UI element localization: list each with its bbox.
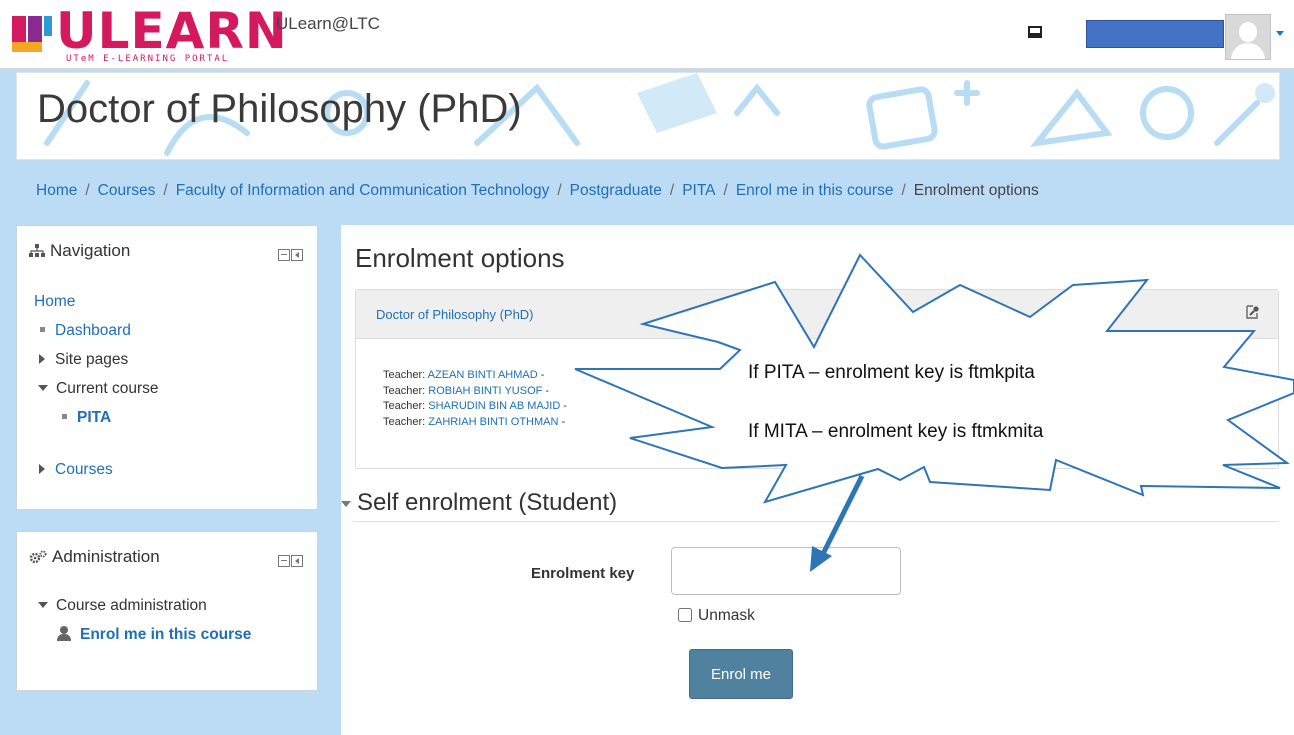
nav-item-courses[interactable]: Courses <box>34 455 159 484</box>
nav-item-dashboard[interactable]: Dashboard <box>34 316 159 345</box>
nav-item-current-course[interactable]: Current course <box>34 374 159 403</box>
enrolment-key-label: Enrolment key <box>531 565 635 582</box>
user-icon <box>57 626 71 641</box>
teacher-row: Teacher: AZEAN BINTI AHMAD - <box>383 369 545 381</box>
teacher-row: Teacher: ROBIAH BINTI YUSOF - <box>383 384 550 397</box>
nav-item-home[interactable]: Home <box>34 287 159 316</box>
message-tray-icon[interactable] <box>1028 26 1042 38</box>
cogs-icon <box>29 550 47 564</box>
nav-item-site-pages[interactable]: Site pages <box>34 345 159 374</box>
breadcrumb-postgraduate[interactable]: Postgraduate <box>570 182 662 199</box>
course-box-header: Doctor of Philosophy (PhD) <box>356 290 1278 339</box>
breadcrumb-current: Enrolment options <box>913 182 1039 199</box>
site-name: ULearn@LTC <box>276 14 380 33</box>
enrolment-key-icon <box>1246 305 1259 319</box>
admin-item-enrol-me[interactable]: Enrol me in this course <box>34 620 251 649</box>
block-controls <box>277 248 303 266</box>
collapse-arrow-icon[interactable] <box>38 385 48 391</box>
admin-item-course-administration[interactable]: Course administration <box>34 591 251 620</box>
dock-block-icon[interactable] <box>291 555 303 567</box>
teacher-row: Teacher: SHARUDIN BIN AB MAJID - <box>383 400 568 412</box>
user-menu-caret-icon[interactable] <box>1276 31 1284 36</box>
nav-item-pita[interactable]: PITA <box>34 403 159 432</box>
breadcrumb-enrol[interactable]: Enrol me in this course <box>736 182 894 199</box>
navigation-block-title: Navigation <box>29 241 130 261</box>
collapse-block-icon[interactable] <box>278 555 290 567</box>
breadcrumb-courses[interactable]: Courses <box>98 182 156 199</box>
breadcrumb-faculty[interactable]: Faculty of Information and Communication… <box>176 182 550 199</box>
teacher-list: Teacher: AZEAN BINTI AHMAD - Teacher: RO… <box>383 368 567 430</box>
navigation-title-label: Navigation <box>50 241 131 260</box>
bullet-icon <box>40 327 45 332</box>
ulearn-logo[interactable]: ULEARN UTeM E-LEARNING PORTAL <box>8 4 287 64</box>
user-name-redacted[interactable] <box>1086 20 1224 48</box>
enrolment-key-input[interactable] <box>671 547 901 595</box>
navigation-block: Navigation Home Dashboard Site pages Cur… <box>16 225 318 510</box>
divider <box>353 521 1279 522</box>
logo-subtitle: UTeM E-LEARNING PORTAL <box>66 54 230 64</box>
collapse-block-icon[interactable] <box>278 249 290 261</box>
main-region: Enrolment options Doctor of Philosophy (… <box>341 225 1294 735</box>
collapse-arrow-icon[interactable] <box>38 602 48 608</box>
unmask-checkbox-label[interactable]: Unmask <box>678 607 755 625</box>
bullet-icon <box>62 414 67 419</box>
administration-title-label: Administration <box>52 547 160 566</box>
enrol-me-button[interactable]: Enrol me <box>689 649 793 699</box>
u-logo-mark-icon <box>12 16 52 52</box>
navigation-tree: Home Dashboard Site pages Current course… <box>34 287 159 484</box>
top-navbar: ULEARN UTeM E-LEARNING PORTAL ULearn@LTC <box>0 0 1294 69</box>
breadcrumb: Home / Courses / Faculty of Information and … <box>36 182 1039 199</box>
enrolment-options-heading: Enrolment options <box>355 243 565 273</box>
teacher-row: Teacher: ZAHRIAH BINTI OTHMAN - <box>383 415 566 428</box>
course-name-link[interactable]: Doctor of Philosophy (PhD) <box>376 307 534 322</box>
administration-block: Administration Course administration Enr… <box>16 531 318 691</box>
sitemap-icon <box>29 244 45 257</box>
breadcrumb-pita[interactable]: PITA <box>682 182 715 199</box>
unmask-checkbox[interactable] <box>678 608 692 622</box>
block-controls <box>277 554 303 572</box>
collapse-arrow-icon[interactable] <box>341 501 351 507</box>
expand-arrow-icon[interactable] <box>39 464 45 474</box>
logo-text: ULEARN <box>56 2 288 60</box>
administration-block-title: Administration <box>29 547 160 567</box>
dock-block-icon[interactable] <box>291 249 303 261</box>
user-avatar[interactable] <box>1225 14 1271 60</box>
self-enrolment-heading[interactable]: Self enrolment (Student) <box>341 489 617 517</box>
breadcrumb-home[interactable]: Home <box>36 182 77 199</box>
administration-tree: Course administration Enrol me in this c… <box>34 591 251 649</box>
course-info-box: Doctor of Philosophy (PhD) Teacher: AZEA… <box>355 289 1279 469</box>
expand-arrow-icon[interactable] <box>39 354 45 364</box>
page-header: Doctor of Philosophy (PhD) <box>16 72 1280 160</box>
page-title: Doctor of Philosophy (PhD) <box>37 87 522 131</box>
